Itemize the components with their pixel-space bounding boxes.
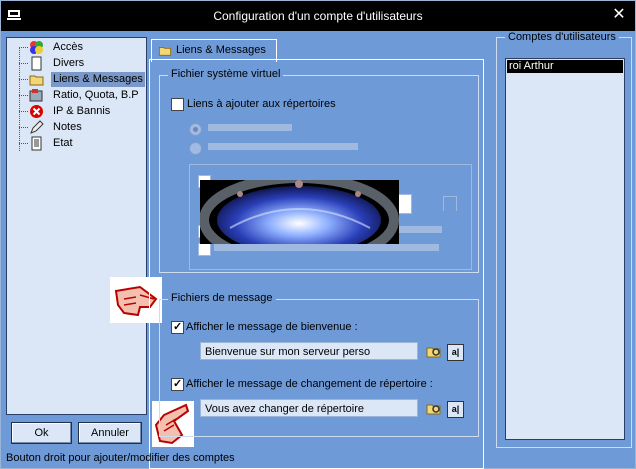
tab-label: Liens & Messages <box>176 44 266 56</box>
browse-icon[interactable] <box>426 344 442 359</box>
status-bar: Bouton droit pour ajouter/modifier des c… <box>6 452 235 464</box>
disabled-checkbox[interactable] <box>198 243 211 256</box>
group-title: Comptes d'utilisateurs <box>505 31 619 43</box>
link-mode-radio[interactable] <box>189 123 202 136</box>
welcome-checkbox-label: Afficher le message de bienvenue : <box>186 321 358 333</box>
accounts-group: Comptes d'utilisateurs roi Arthur <box>496 31 632 448</box>
tree-item-label: Notes <box>53 121 82 133</box>
window-title: Configuration d'un compte d'utilisateurs <box>213 9 423 23</box>
cancel-button[interactable]: Annuler <box>78 422 142 444</box>
tree-connector <box>19 95 28 96</box>
title-bar[interactable]: Configuration d'un compte d'utilisateurs… <box>1 1 635 31</box>
disabled-option-label <box>208 124 292 131</box>
group-title: Fichiers de message <box>168 292 276 304</box>
edit-message-button[interactable]: a| <box>447 401 464 418</box>
page-icon <box>31 56 42 71</box>
disabled-button[interactable] <box>443 196 457 211</box>
disabled-option-label <box>208 143 358 150</box>
pencil-icon <box>30 120 44 134</box>
welcome-message-field[interactable]: Bienvenue sur mon serveur perso <box>200 342 418 360</box>
changedir-message-field[interactable]: Vous avez changer de répertoire <box>200 399 418 417</box>
dialog-body: Accès Divers Liens & Messages Ratio, Quo… <box>2 31 634 469</box>
changedir-checkbox[interactable] <box>171 377 184 391</box>
link-mode-radio[interactable] <box>189 142 202 155</box>
group-title: Fichier système virtuel <box>168 68 284 80</box>
document-icon <box>31 136 42 151</box>
stargate-image <box>200 180 399 244</box>
tree-connector <box>19 111 28 112</box>
tree-item-label: Ratio, Quota, B.P <box>53 89 139 101</box>
tree-item-label: Divers <box>53 57 85 69</box>
accounts-list[interactable]: roi Arthur <box>505 58 625 440</box>
tree-connector <box>19 63 28 64</box>
tree-connector <box>19 127 28 128</box>
tree-connector <box>19 47 28 48</box>
ban-icon <box>30 105 43 118</box>
folder-icon <box>158 47 172 56</box>
tree-item-label: IP & Bannis <box>53 105 111 117</box>
ok-button[interactable]: Ok <box>11 422 72 444</box>
edit-message-button[interactable]: a| <box>447 344 464 361</box>
folder-icon <box>29 75 44 86</box>
links-checkbox[interactable] <box>171 98 184 111</box>
tree-item-label: Liens & Messages <box>51 72 145 87</box>
ratio-icon <box>29 89 43 102</box>
welcome-checkbox[interactable] <box>171 320 184 334</box>
disabled-option-label <box>214 244 439 251</box>
browse-icon[interactable] <box>426 401 442 416</box>
access-icon <box>30 41 43 54</box>
list-item[interactable]: roi Arthur <box>507 60 623 73</box>
links-checkbox-label: Liens à ajouter aux répertoires <box>187 98 336 110</box>
close-icon[interactable]: ✕ <box>611 7 627 23</box>
tree-item-label: Etat <box>53 137 73 149</box>
category-tree: Accès Divers Liens & Messages Ratio, Quo… <box>6 37 147 415</box>
config-window: Configuration d'un compte d'utilisateurs… <box>0 0 636 469</box>
changedir-checkbox-label: Afficher le message de changement de rép… <box>186 378 433 390</box>
tree-connector <box>19 143 28 144</box>
tree-connector <box>19 79 28 80</box>
tree-item-label: Accès <box>53 41 83 53</box>
